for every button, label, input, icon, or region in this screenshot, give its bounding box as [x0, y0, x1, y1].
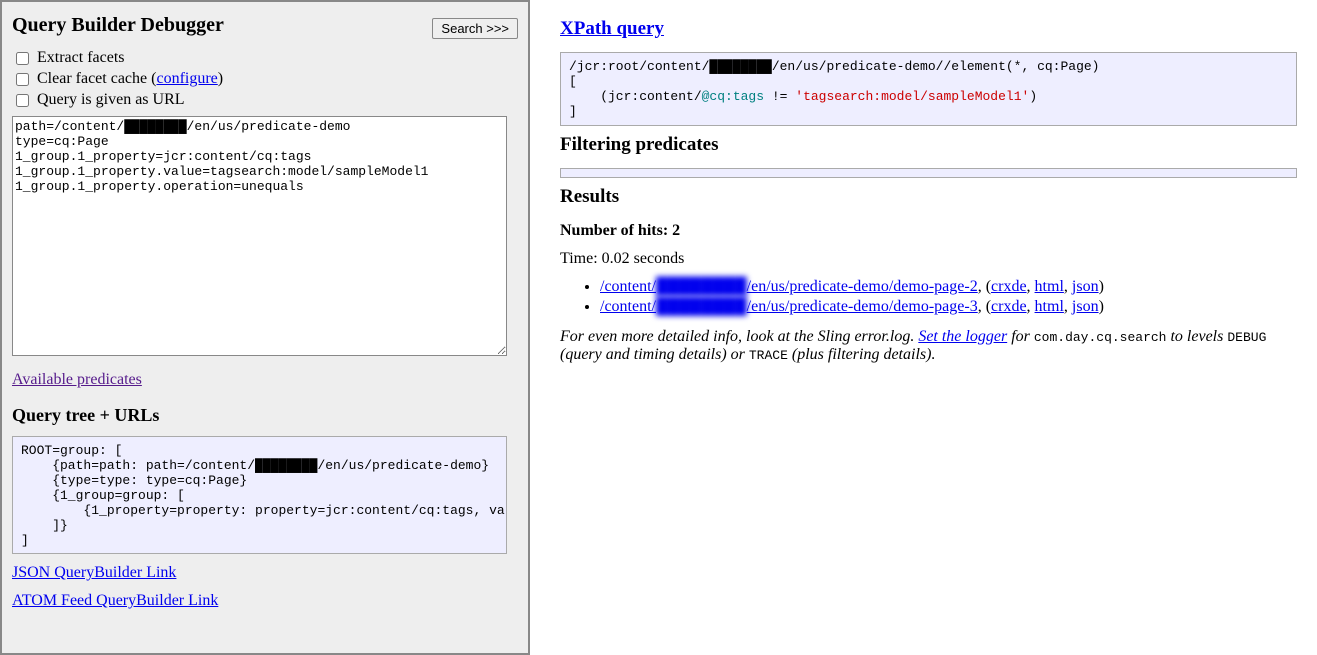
xpath-query-heading-link[interactable]: XPath query — [560, 18, 664, 39]
results-heading: Results — [560, 186, 1297, 208]
result-item: /content/████████/en/us/predicate-demo/d… — [600, 278, 1297, 296]
set-logger-link[interactable]: Set the logger — [918, 328, 1007, 345]
clear-facet-cache-checkbox[interactable] — [16, 73, 29, 86]
html-link[interactable]: html — [1035, 278, 1064, 295]
filtering-predicates-box — [560, 168, 1297, 178]
filtering-predicates-heading: Filtering predicates — [560, 134, 1297, 156]
html-link[interactable]: html — [1035, 298, 1064, 315]
query-as-url-checkbox[interactable] — [16, 94, 29, 107]
crxde-link[interactable]: crxde — [991, 298, 1027, 315]
result-item: /content/████████/en/us/predicate-demo/d… — [600, 298, 1297, 316]
query-tree-output[interactable]: ROOT=group: [ {path=path: path=/content/… — [12, 436, 507, 554]
query-tree-heading: Query tree + URLs — [12, 405, 518, 426]
crxde-link[interactable]: crxde — [991, 278, 1027, 295]
page-title: Query Builder Debugger — [12, 14, 224, 37]
extract-facets-checkbox[interactable] — [16, 52, 29, 65]
result-path-link[interactable]: /content/████████/en/us/predicate-demo/d… — [600, 298, 978, 315]
json-querybuilder-link[interactable]: JSON QueryBuilder Link — [12, 564, 176, 581]
available-predicates-link[interactable]: Available predicates — [12, 371, 142, 388]
left-panel: Query Builder Debugger Search >>> Extrac… — [0, 0, 530, 655]
query-time: Time: 0.02 seconds — [560, 250, 1297, 268]
hits-count: Number of hits: 2 — [560, 222, 1297, 240]
configure-link[interactable]: configure — [156, 70, 217, 87]
query-textarea[interactable] — [12, 116, 507, 356]
clear-facet-cache-label: Clear facet cache ( — [37, 70, 156, 87]
result-path-link[interactable]: /content/████████/en/us/predicate-demo/d… — [600, 278, 978, 295]
xpath-output: /jcr:root/content/████████/en/us/predica… — [560, 52, 1297, 126]
search-button[interactable]: Search >>> — [432, 18, 518, 39]
extract-facets-label: Extract facets — [37, 49, 125, 66]
json-link[interactable]: json — [1072, 298, 1099, 315]
results-list: /content/████████/en/us/predicate-demo/d… — [560, 278, 1297, 316]
atom-querybuilder-link[interactable]: ATOM Feed QueryBuilder Link — [12, 592, 218, 609]
query-as-url-label: Query is given as URL — [37, 91, 185, 108]
footnote: For even more detailed info, look at the… — [560, 328, 1297, 364]
right-panel: XPath query /jcr:root/content/████████/e… — [530, 0, 1317, 655]
json-link[interactable]: json — [1072, 278, 1099, 295]
